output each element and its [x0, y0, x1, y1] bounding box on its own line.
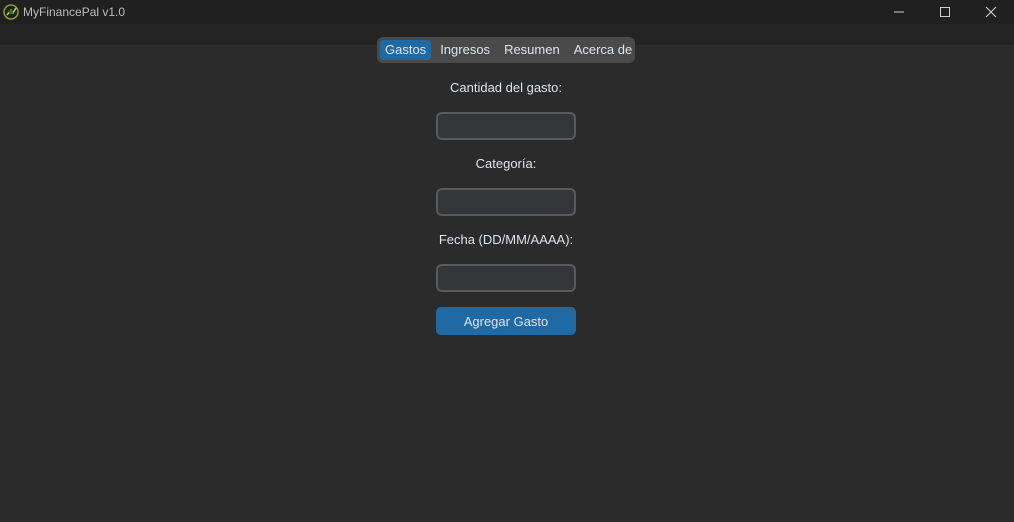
minimize-icon	[894, 11, 904, 13]
maximize-icon	[940, 7, 950, 17]
date-input[interactable]	[436, 264, 576, 292]
date-label: Fecha (DD/MM/AAAA):	[438, 232, 574, 247]
window-controls	[876, 0, 1014, 24]
close-button[interactable]	[968, 0, 1014, 24]
category-label: Categoría:	[475, 156, 537, 171]
minimize-button[interactable]	[876, 0, 922, 24]
tab-acerca-de[interactable]: Acerca de	[569, 40, 638, 60]
amount-input[interactable]	[436, 112, 576, 140]
tab-ingresos[interactable]: Ingresos	[435, 40, 495, 60]
tab-bar: Gastos Ingresos Resumen Acerca de	[377, 37, 635, 63]
finance-leaf-icon	[3, 4, 19, 20]
category-input[interactable]	[436, 188, 576, 216]
amount-label: Cantidad del gasto:	[449, 80, 563, 95]
maximize-button[interactable]	[922, 0, 968, 24]
window-title: MyFinancePal v1.0	[23, 5, 126, 19]
tab-gastos[interactable]: Gastos	[380, 40, 432, 60]
add-expense-button[interactable]: Agregar Gasto	[436, 307, 576, 335]
close-icon	[985, 6, 997, 18]
tab-resumen[interactable]: Resumen	[499, 40, 565, 60]
title-bar: MyFinancePal v1.0	[0, 0, 1014, 24]
